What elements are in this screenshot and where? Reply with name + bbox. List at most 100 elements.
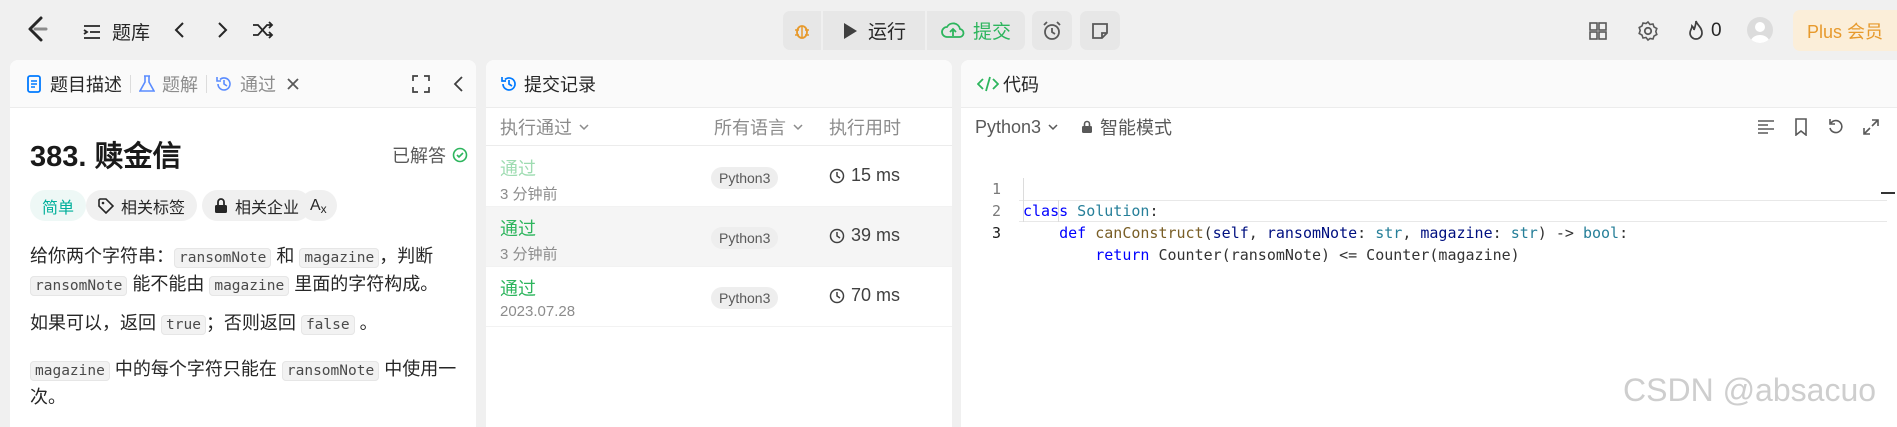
next-problem-icon[interactable] <box>212 20 232 40</box>
notes-button[interactable] <box>1080 11 1120 50</box>
related-companies-button[interactable]: 相关企业 <box>202 190 312 221</box>
indent-guide <box>1058 200 1059 222</box>
prev-problem-icon[interactable] <box>170 20 190 40</box>
smart-mode-label: 智能模式 <box>1100 118 1172 138</box>
bug-icon <box>795 24 809 39</box>
code-line: 3 return Counter(ransomNote) <= Counter(… <box>961 200 1897 264</box>
expand-icon[interactable] <box>1863 119 1879 135</box>
timer-button[interactable] <box>1032 11 1072 50</box>
tab-divider <box>206 74 207 93</box>
run-button[interactable]: 运行 <box>823 11 925 50</box>
code-text: return Counter(ransomNote) <= Counter(ma… <box>1095 246 1520 264</box>
editor-toolbar: Python3 智能模式 <box>961 108 1897 146</box>
submission-row[interactable]: 通过 3 分钟前 Python3 39 ms <box>486 207 952 267</box>
lock-icon <box>215 197 227 213</box>
clock-icon <box>829 168 845 183</box>
code-line: 1 class Solution: <box>961 156 1897 220</box>
runtime-value: 15 ms <box>851 165 901 185</box>
bookmark-icon[interactable] <box>1794 118 1808 136</box>
submission-status[interactable]: 通过 <box>500 155 536 181</box>
alarm-clock-icon <box>1043 20 1061 40</box>
code-title: 代码 <box>1003 74 1039 95</box>
submission-language: Python3 <box>711 167 779 189</box>
chevron-down-icon <box>793 123 803 130</box>
description-panel: 题目描述 题解 通过 383. 赎金信 已解答 简单 相关标签 相关企业 A x… <box>10 60 476 427</box>
submission-language: Python3 <box>711 227 779 249</box>
runtime-value: 70 ms <box>851 285 901 305</box>
submissions-header: 提交记录 <box>486 60 952 108</box>
shuffle-icon[interactable] <box>252 20 274 40</box>
language-select[interactable]: Python3 <box>975 117 1059 138</box>
code-text: def canConstruct(self, ransomNote: str, … <box>1059 224 1629 242</box>
tab-accepted[interactable]: 通过 <box>215 71 300 97</box>
user-icon <box>1750 22 1770 43</box>
tab-description[interactable]: 题目描述 <box>26 71 122 97</box>
submit-button[interactable]: 提交 <box>927 11 1025 50</box>
language-filter[interactable]: 所有语言 <box>714 114 804 140</box>
play-icon <box>843 22 857 39</box>
fire-icon <box>1689 20 1703 40</box>
tag-icon <box>98 197 114 214</box>
submissions-title: 提交记录 <box>524 74 596 95</box>
code-icon <box>977 76 999 91</box>
reset-icon[interactable] <box>1827 118 1845 136</box>
format-icon[interactable] <box>1757 119 1775 135</box>
runtime-value: 39 ms <box>851 225 901 245</box>
related-tags-button[interactable]: 相关标签 <box>86 190 198 221</box>
tab-code[interactable]: 代码 <box>977 71 1039 97</box>
submission-status[interactable]: 通过 <box>500 215 536 241</box>
submission-runtime: 15 ms <box>829 165 900 186</box>
debug-button[interactable] <box>783 11 821 50</box>
solved-status: 已解答 <box>392 142 468 168</box>
problem-list-label: 题库 <box>112 23 151 44</box>
gear-icon[interactable] <box>1637 20 1659 42</box>
description-paragraph-1: 给你两个字符串： ransomNote 和 magazine ，判断 ransomNo… <box>30 246 439 296</box>
submission-time: 3 分钟前 <box>500 186 558 203</box>
problem-title: 383. 赎金信 <box>30 141 182 173</box>
chevron-down-icon <box>1048 124 1058 131</box>
language-select-value: Python3 <box>975 116 1042 137</box>
close-icon[interactable] <box>286 77 300 91</box>
submissions-columns: 执行通过 所有语言 执行用时 <box>486 108 952 146</box>
solved-label: 已解答 <box>392 146 446 166</box>
submission-time: 2023.07.28 <box>500 303 576 320</box>
tab-submissions[interactable]: 提交记录 <box>500 71 596 97</box>
fullscreen-icon[interactable] <box>412 75 430 93</box>
description-paragraph-3: magazine 中的每个字符只能在 ransomNote 中使用一 次。 <box>30 359 457 407</box>
list-icon <box>83 24 100 39</box>
history-icon <box>216 76 231 91</box>
top-bar: 题库 运行 提交 0 Plus 会员 <box>0 0 1897 60</box>
submission-language: Python3 <box>711 287 779 309</box>
code-header: 代码 <box>961 60 1897 108</box>
tab-solutions[interactable]: 题解 <box>139 71 198 97</box>
tab-accepted-label: 通过 <box>240 74 276 95</box>
plus-membership-button[interactable]: Plus 会员 <box>1793 10 1897 51</box>
layout-icon[interactable] <box>1588 21 1608 41</box>
history-icon <box>501 76 516 91</box>
line-number: 3 <box>991 224 1001 242</box>
description-paragraph-2: 如果可以，返回 true ；否则返回 false 。 <box>30 313 378 335</box>
problem-list-button[interactable]: 题库 <box>82 18 150 45</box>
submission-row[interactable]: 通过 3 分钟前 Python3 15 ms <box>486 147 952 207</box>
smart-mode-toggle[interactable]: 智能模式 <box>1081 114 1172 140</box>
collapse-panel-icon[interactable] <box>452 75 466 93</box>
status-filter[interactable]: 执行通过 <box>500 114 590 140</box>
font-toggle-label: A <box>310 196 321 214</box>
clock-icon <box>829 288 845 303</box>
difficulty-badge: 简单 <box>30 190 87 221</box>
tab-divider <box>130 74 131 93</box>
flask-icon <box>139 74 155 92</box>
related-tags-label: 相关标签 <box>121 199 186 217</box>
scrollbar-marker[interactable] <box>1881 192 1895 194</box>
font-size-button[interactable]: A x <box>300 190 337 221</box>
leetcode-logo-icon[interactable] <box>22 14 52 44</box>
run-label: 运行 <box>867 22 906 43</box>
submission-status[interactable]: 通过 <box>500 275 536 301</box>
submission-row[interactable]: 通过 2023.07.28 Python3 70 ms <box>486 267 952 327</box>
code-line: 2 def canConstruct(self, ransomNote: str… <box>961 178 1897 242</box>
submit-label: 提交 <box>972 22 1011 43</box>
avatar[interactable] <box>1747 17 1773 43</box>
streak-counter[interactable]: 0 <box>1687 20 1722 42</box>
description-icon <box>27 74 41 93</box>
check-circle-icon <box>452 147 468 163</box>
